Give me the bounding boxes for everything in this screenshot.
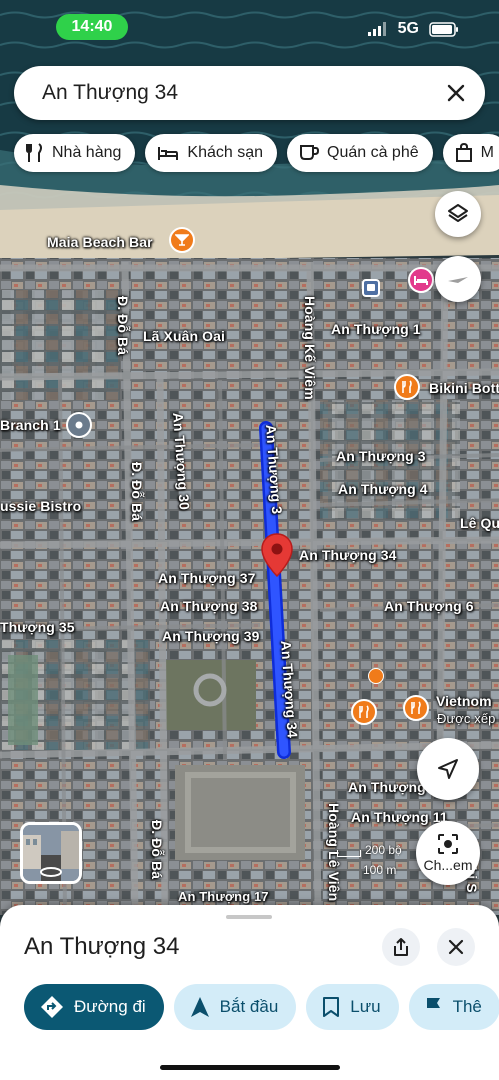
area-label: Lã Xuân Oai — [143, 328, 226, 344]
chip-label: Khách sạn — [187, 144, 263, 161]
bookmark-icon — [322, 996, 340, 1018]
place-pin-icon[interactable] — [66, 412, 92, 438]
street-label-an-thuong-3: An Thượng 3 — [336, 448, 426, 464]
my-location-button[interactable] — [417, 738, 479, 800]
search-query[interactable]: An Thượng 34 — [42, 81, 445, 105]
poi-label-bikini[interactable]: Bikini Bott — [429, 380, 499, 396]
restaurant-pin-icon[interactable] — [394, 374, 420, 400]
street-view-thumbnail[interactable] — [20, 822, 82, 884]
street-label-an-thuong-6: An Thượng 6 — [384, 598, 474, 614]
bus-stop-icon[interactable] — [362, 279, 380, 297]
share-button[interactable] — [382, 928, 420, 966]
street-label-an-thuong-1: An Thượng 1 — [331, 321, 421, 337]
chip-hotels[interactable]: Khách sạn — [145, 134, 277, 172]
bed-icon — [157, 145, 179, 161]
save-label: Lưu — [350, 997, 381, 1016]
street-label-an-thuong-37: An Thượng 37 — [158, 570, 256, 586]
navigation-arrow-icon — [190, 996, 210, 1018]
hotel-pin-icon[interactable] — [408, 267, 434, 293]
restaurant-pin-icon[interactable] — [368, 668, 384, 684]
layers-button[interactable] — [435, 191, 481, 237]
battery-icon — [429, 21, 458, 37]
start-button[interactable]: Bắt đầu — [173, 984, 297, 1030]
street-label-an-thuong-35: Thượng 35 — [0, 619, 75, 635]
chip-restaurants[interactable]: Nhà hàng — [14, 134, 136, 172]
navigation-arrow-icon — [436, 757, 460, 781]
restaurant-pin-icon[interactable] — [351, 699, 377, 725]
home-indicator — [160, 1065, 340, 1070]
coffee-icon — [299, 144, 319, 162]
shopping-bag-icon — [455, 143, 473, 163]
status-time: 14:40 — [56, 14, 128, 40]
network-type: 5G — [397, 20, 419, 37]
place-title: An Thượng 34 — [24, 933, 180, 960]
poi-label-vietnom[interactable]: Vietnom — [436, 693, 492, 709]
clear-search-icon[interactable] — [445, 82, 467, 104]
lens-camera-icon — [437, 833, 459, 855]
scale-m-label: 100 m — [363, 863, 397, 877]
street-label-do-ba: Đ. Đỗ Bá — [129, 462, 145, 522]
street-label-an-thuong-10: An Thượng — [348, 779, 426, 795]
poi-label-maia-beach-bar[interactable]: Maia Beach Bar — [47, 234, 153, 250]
flag-icon — [425, 996, 443, 1018]
street-label-hoang-ke-viem: Hoàng Kế Viêm — [302, 296, 318, 400]
street-label-an-thuong-11: An Thượng 11 — [351, 809, 448, 825]
poi-rating-label: Được xếp h — [437, 711, 499, 726]
directions-icon — [40, 995, 64, 1019]
chip-label: Nhà hàng — [52, 144, 122, 161]
chip-cafes[interactable]: Quán cà phê — [287, 134, 433, 172]
poi-label-aussie-bistro[interactable]: ussie Bistro — [0, 498, 81, 514]
camera-search-button[interactable]: Ch...em — [416, 821, 480, 885]
directions-label: Đường đi — [74, 997, 146, 1016]
rotate-360-icon — [39, 865, 63, 881]
compass-icon — [446, 267, 470, 291]
scale-ft-label: 200 bộ — [365, 843, 402, 857]
street-label-an-thuong-39: An Thượng 39 — [162, 628, 260, 644]
save-button[interactable]: Lưu — [306, 984, 399, 1030]
category-chips: Nhà hàng Khách sạn Quán cà phê M — [14, 134, 499, 172]
street-label-an-thuong-4: An Thượng 4 — [338, 481, 428, 497]
selected-place-label: An Thượng 34 — [299, 547, 397, 563]
street-label-do-ba: Đ. Đỗ Bá — [149, 820, 165, 880]
chip-label: Quán cà phê — [327, 144, 419, 161]
drag-handle[interactable] — [226, 915, 272, 919]
close-icon — [448, 939, 464, 955]
fork-knife-icon — [26, 143, 44, 163]
selected-location-pin-icon[interactable] — [261, 533, 293, 582]
search-bar[interactable]: An Thượng 34 — [14, 66, 485, 120]
cellular-signal-icon — [367, 22, 386, 36]
place-bottom-sheet[interactable]: An Thượng 34 Đường đi Bắt đầu Lưu Thê — [0, 905, 499, 1080]
compass-button[interactable] — [435, 256, 481, 302]
add-label-button[interactable]: Thê — [408, 984, 499, 1030]
status-icons: 5G — [367, 20, 459, 38]
directions-button[interactable]: Đường đi — [24, 984, 164, 1030]
start-label: Bắt đầu — [219, 997, 279, 1016]
chip-label: M — [480, 144, 494, 161]
street-label-le-quang: Lê Qu — [460, 515, 499, 531]
street-label-do-ba: Đ. Đỗ Bá — [115, 296, 131, 356]
chip-shopping[interactable]: M — [442, 134, 499, 172]
share-icon — [392, 937, 410, 957]
camera-search-label: Ch...em — [423, 857, 473, 873]
place-actions: Đường đi Bắt đầu Lưu Thê — [24, 984, 499, 1030]
layers-icon — [447, 203, 469, 225]
street-label-an-thuong-17: An Thượng 17 — [178, 889, 269, 904]
bar-pin-icon[interactable] — [169, 227, 195, 253]
close-sheet-button[interactable] — [437, 928, 475, 966]
street-label-an-thuong-38: An Thượng 38 — [160, 598, 258, 614]
map-scale: 200 bộ 100 m — [337, 843, 402, 877]
restaurant-pin-icon[interactable] — [403, 695, 429, 721]
add-label-label: Thê — [452, 997, 482, 1016]
poi-label-branch[interactable]: Branch 1 — [0, 417, 61, 433]
